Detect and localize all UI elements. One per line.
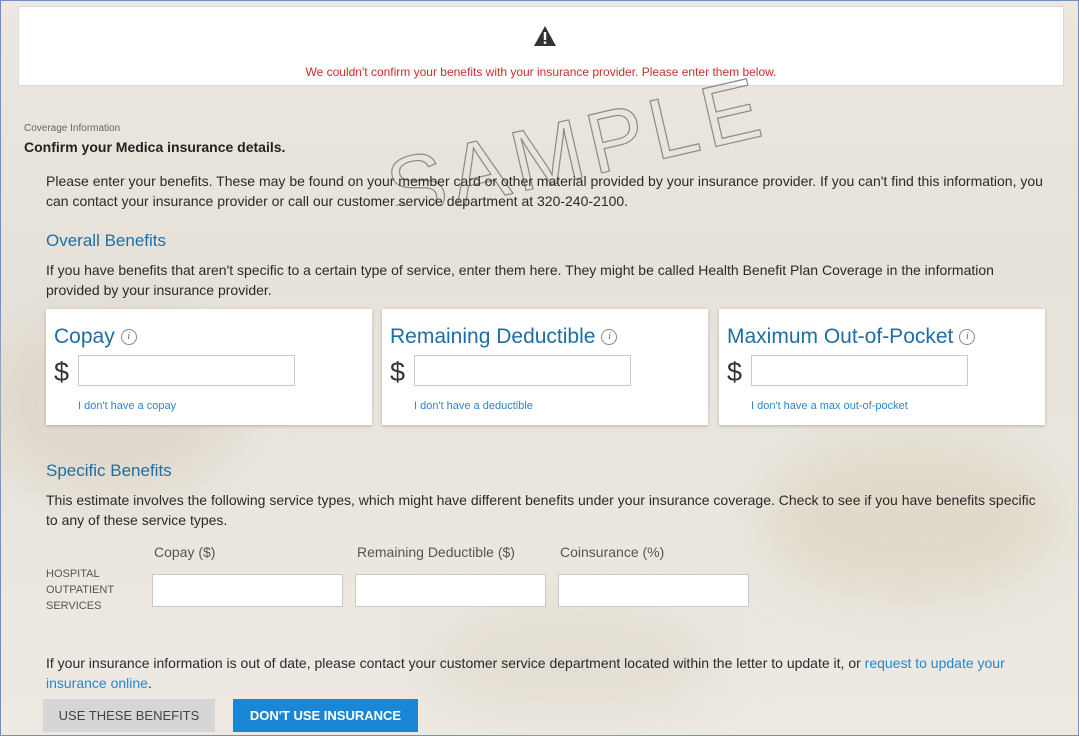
specific-benefits-description: This estimate involves the following ser…: [46, 492, 1036, 528]
deductible-title-text: Remaining Deductible: [390, 325, 596, 348]
hospital-copay-input[interactable]: [152, 574, 343, 607]
currency-symbol: $: [54, 357, 70, 387]
currency-symbol: $: [390, 357, 406, 387]
footer-note-text: If your insurance information is out of …: [46, 655, 865, 671]
dont-use-insurance-button[interactable]: DON'T USE INSURANCE: [233, 699, 418, 732]
max-out-of-pocket-input[interactable]: [751, 355, 968, 386]
alert-banner: We couldn't confirm your benefits with y…: [18, 6, 1064, 86]
footer-note-end: .: [147, 675, 152, 691]
footer-note: If your insurance information is out of …: [46, 653, 1046, 693]
column-header-copay: Copay ($): [154, 544, 216, 560]
currency-symbol: $: [727, 357, 743, 387]
hospital-coinsurance-input[interactable]: [558, 574, 749, 607]
alert-message: We couldn't confirm your benefits with y…: [305, 65, 777, 79]
max-out-of-pocket-card: Maximum Out-of-Pocket i $ I don't have a …: [719, 309, 1045, 425]
copay-title-text: Copay: [54, 325, 115, 348]
max-out-of-pocket-title: Maximum Out-of-Pocket i: [727, 325, 976, 349]
overall-benefits-title: Overall Benefits: [46, 231, 166, 250]
deductible-input[interactable]: [414, 355, 631, 386]
deductible-card: Remaining Deductible i $ I don't have a d…: [382, 309, 708, 425]
max-out-of-pocket-title-text: Maximum Out-of-Pocket: [727, 325, 954, 348]
no-copay-link[interactable]: I don't have a copay: [78, 400, 176, 412]
column-header-coinsurance: Coinsurance (%): [560, 544, 665, 560]
copay-title: Copay i: [54, 325, 137, 349]
info-icon[interactable]: i: [120, 329, 137, 346]
info-icon[interactable]: i: [601, 329, 618, 346]
row-label-hospital-outpatient: HOSPITAL OUTPATIENT SERVICES: [46, 568, 114, 612]
overall-benefits-description: If you have benefits that aren't specifi…: [46, 262, 994, 298]
use-these-benefits-button[interactable]: USE THESE BENEFITS: [43, 699, 215, 732]
warning-triangle-icon: [534, 26, 556, 46]
intro-paragraph: Please enter your benefits. These may be…: [46, 173, 1043, 209]
section-label: Coverage Information: [24, 123, 121, 134]
hospital-deductible-input[interactable]: [355, 574, 546, 607]
page-heading: Confirm your Medica insurance details.: [24, 139, 286, 155]
deductible-title: Remaining Deductible i: [390, 325, 618, 349]
specific-benefits-title: Specific Benefits: [46, 461, 172, 480]
copay-input[interactable]: [78, 355, 295, 386]
info-icon[interactable]: i: [959, 329, 976, 346]
no-deductible-link[interactable]: I don't have a deductible: [414, 400, 533, 412]
no-max-out-of-pocket-link[interactable]: I don't have a max out-of-pocket: [751, 400, 908, 412]
copay-card: Copay i $ I don't have a copay: [46, 309, 372, 425]
column-header-deductible: Remaining Deductible ($): [357, 544, 515, 560]
